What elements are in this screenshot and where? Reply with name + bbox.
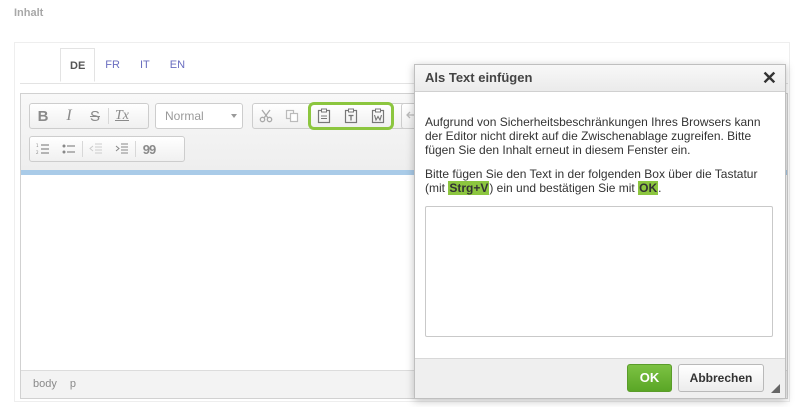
bullet-list-button[interactable] (56, 137, 82, 161)
strikethrough-button[interactable]: S (82, 104, 108, 128)
copy-button[interactable] (279, 104, 305, 128)
path-item-body[interactable]: body (33, 378, 57, 390)
bold-button[interactable]: B (30, 104, 56, 128)
copy-icon (285, 109, 299, 123)
dialog-title[interactable]: Als Text einfügen (415, 65, 785, 92)
paste-as-text-dialog: Als Text einfügen ✕ Aufgrund von Sicherh… (414, 64, 786, 399)
dialog-paragraph-2: Bitte fügen Sie den Text in der folgende… (425, 167, 777, 195)
ok-highlight: OK (638, 181, 659, 195)
path-item-p[interactable]: p (70, 378, 76, 390)
basic-styles-group: B I S Tx (29, 103, 149, 129)
tab-de[interactable]: DE (60, 48, 96, 82)
blockquote-button[interactable]: 99 (136, 137, 162, 161)
svg-text:1: 1 (36, 143, 39, 148)
dialog-paragraph-1: Aufgrund von Sicherheitsbeschränkungen I… (425, 115, 761, 157)
format-select-value: Normal (165, 109, 204, 123)
list-group: 1 2 99 (29, 136, 185, 162)
italic-button[interactable]: I (56, 104, 82, 128)
remove-format-button[interactable]: Tx (109, 104, 135, 128)
tab-en[interactable]: EN (160, 48, 195, 82)
indent-button[interactable] (109, 137, 135, 161)
section-label: Inhalt (14, 7, 44, 19)
scissors-icon (259, 109, 273, 123)
instruction-text: ) ein und bestätigen Sie mit (489, 181, 639, 195)
numbered-list-icon: 1 2 (36, 143, 49, 155)
paste-text-button[interactable] (338, 104, 364, 128)
bullet-list-icon (62, 144, 75, 154)
ok-button[interactable]: OK (627, 364, 672, 392)
outdent-button[interactable] (83, 137, 109, 161)
dialog-footer: OK Abbrechen (415, 358, 785, 398)
tab-fr[interactable]: FR (95, 48, 130, 82)
outdent-icon (89, 143, 102, 154)
shortcut-highlight: Strg+V (448, 181, 490, 195)
clipboard-icon (318, 108, 331, 124)
cancel-button[interactable]: Abbrechen (678, 364, 764, 392)
close-icon[interactable]: ✕ (762, 68, 777, 88)
paste-text-icon (344, 108, 358, 124)
format-select[interactable]: Normal (155, 103, 243, 129)
resize-grip-icon[interactable] (771, 384, 780, 393)
cut-button[interactable] (253, 104, 279, 128)
svg-text:2: 2 (36, 150, 39, 155)
paste-word-icon (371, 108, 384, 124)
tab-it[interactable]: IT (130, 48, 160, 82)
paste-textarea[interactable] (425, 206, 773, 337)
paste-from-word-button[interactable] (365, 104, 391, 128)
numbered-list-button[interactable]: 1 2 (30, 137, 56, 161)
paste-buttons-highlight (308, 102, 394, 130)
dialog-message: Aufgrund von Sicherheitsbeschränkungen I… (425, 115, 777, 205)
chevron-down-icon (231, 114, 237, 118)
paste-button[interactable] (311, 104, 337, 128)
language-tabs: DE FR IT EN (60, 48, 195, 84)
instruction-text: . (658, 181, 662, 195)
indent-icon (115, 143, 128, 154)
